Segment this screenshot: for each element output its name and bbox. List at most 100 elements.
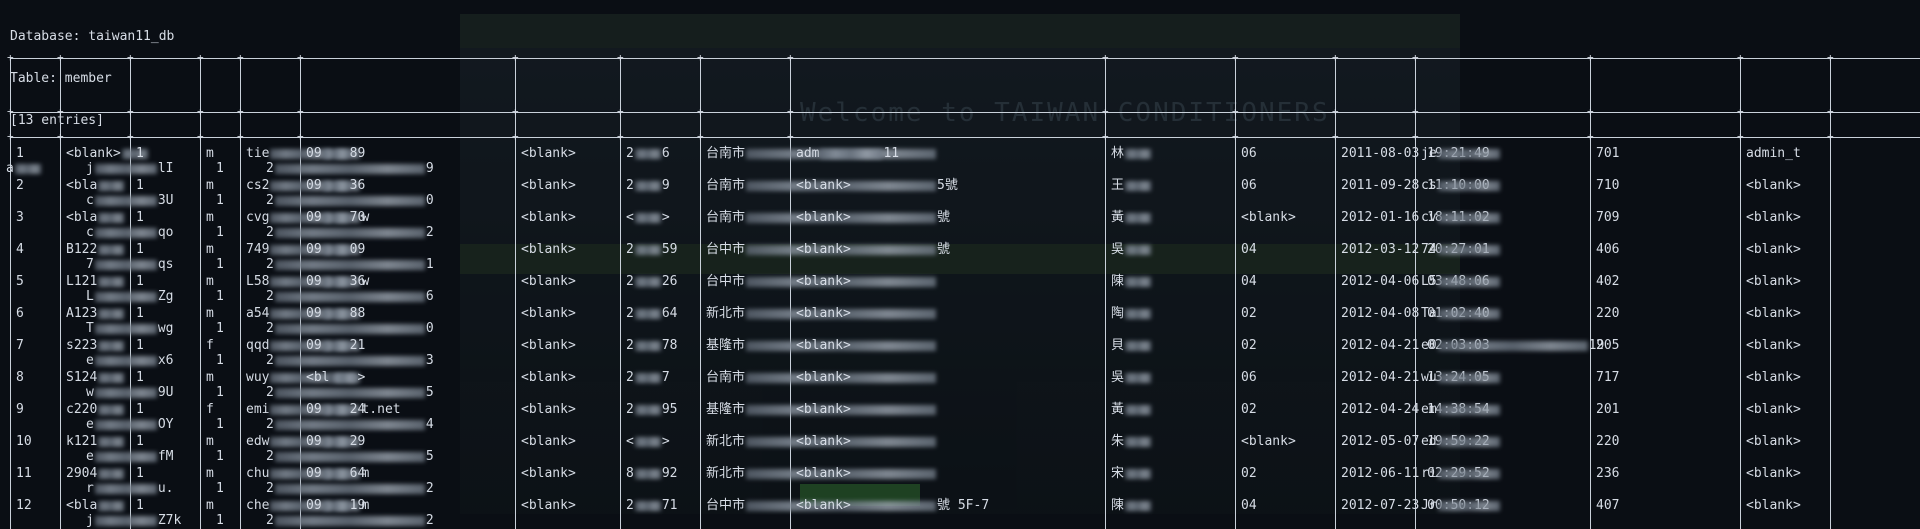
cell-text: 2 [626,242,634,257]
border-plus: + [697,105,704,118]
cell-text: 717 [1596,370,1620,385]
cell-id: 3 [16,211,24,225]
cell-sex: m [206,147,214,161]
cell-text: 1 [136,178,144,193]
cell-realname: 吳 [1111,243,1152,257]
cell-keyin-date: 20 [266,322,434,336]
cell-text: 1 [136,210,144,225]
border-plus: + [127,130,134,143]
redacted-blur [94,387,157,398]
cell-remark: <blank> [521,147,576,161]
border-plus: + [512,105,519,118]
cell-username: ri [1421,467,1501,481]
cell-text: cs2 [246,178,270,193]
cell-acc-status: 1 [216,226,224,240]
cell-keyin-date: 22 [266,226,434,240]
cell-text: 64 [349,466,366,481]
cell-acc-status: 1 [216,514,224,528]
cell-pass-word: e fM [86,450,173,464]
redacted-blur [634,468,661,479]
redacted-blur [1125,276,1152,287]
cell-mobile: 09 89 [306,147,365,161]
redacted-blur [634,404,661,415]
cell-text: admin_t [1746,146,1801,161]
cell-acc-status: 1 [216,354,224,368]
cell-tel-area: 02 [1241,307,1257,321]
cell-text: wg [157,321,174,336]
cell-mobile: 09 19 [306,499,365,513]
cell-p-id: A123 [66,307,125,321]
cell-zip-code: 717 [1596,371,1619,385]
border-plus: + [297,51,304,64]
redacted-blur [322,436,349,447]
cell-realname: 林 [1111,147,1152,161]
cell-tel-no: < > [626,211,670,225]
redacted-blur [98,500,125,511]
cell-text: wuy [246,370,270,385]
cell-tel-area: 04 [1241,243,1257,257]
redacted-blur [322,500,349,511]
cell-text: <blank> [1746,402,1801,417]
cell-keyin-m: <blank> [1746,435,1801,449]
cell-sex: m [206,275,214,289]
cell-text: m [206,370,214,385]
cell-sex: m [206,499,214,513]
border-plus: + [1827,105,1834,118]
cell-text: m [206,210,214,225]
cell-pass-word: w 9U [86,386,173,400]
cell-text: < [626,210,634,225]
redacted-blur [322,340,349,351]
cell-text: 2 [626,146,634,161]
redacted-blur [1125,468,1152,479]
redacted-blur [121,148,148,159]
redacted-blur [94,323,157,334]
cell-tel-area: <blank> [1241,435,1296,449]
border-plus: + [1737,105,1744,118]
cell-text: T [86,321,94,336]
cell-text: 5 [16,274,24,289]
column-border [240,58,241,529]
cell-keyin-date: 24 [266,418,434,432]
cell-remark: <blank> [521,467,576,481]
cell-class-id: 1 [136,467,144,481]
cell-upd-man: adm 11 [796,147,899,161]
border-plus: + [1412,105,1419,118]
cell-text: > [661,210,670,225]
cell-text: wu [1421,370,1437,385]
cell-p-id: <bla [66,179,125,193]
cell-text: 92 [661,466,678,481]
redacted-blur [98,244,125,255]
cell-text: 1 [216,289,224,304]
cell-text: 89 [349,146,366,161]
redacted-blur [634,500,661,511]
redacted-blur [1125,180,1152,191]
cell-username: em [1421,403,1501,417]
cell-upd-man: <blank> [796,371,851,385]
redacted-blur [14,163,41,174]
cell-pass-word: r u. [86,482,173,496]
cell-text: 09 [306,178,322,193]
redacted-blur [634,276,661,287]
cell-text: 宋 [1111,466,1125,481]
cell-text: 402 [1596,274,1620,289]
redacted-blur [820,148,883,159]
cell-text: ed [1421,434,1437,449]
cell-text: 7 [86,257,94,272]
cell-id: 2 [16,179,24,193]
cell-text: m [206,306,214,321]
redacted-blur [1125,244,1152,255]
redacted-blur [322,180,349,191]
cell-text: 12 [16,498,32,513]
cell-text: qs [157,257,174,272]
cell-upd-man: <blank> [796,211,851,225]
cell-text: r [86,481,94,496]
cell-text: 2 [266,513,274,528]
cell-text: 09 [306,242,322,257]
cell-keyin-date: 25 [266,386,434,400]
cell-keyin-date: 23 [266,354,434,368]
cell-sex: m [206,435,214,449]
cell-pass-word: c qo [86,226,173,240]
cell-text: 1 [216,321,224,336]
column-border [1590,58,1591,529]
cell-zip-code: 220 [1596,435,1619,449]
